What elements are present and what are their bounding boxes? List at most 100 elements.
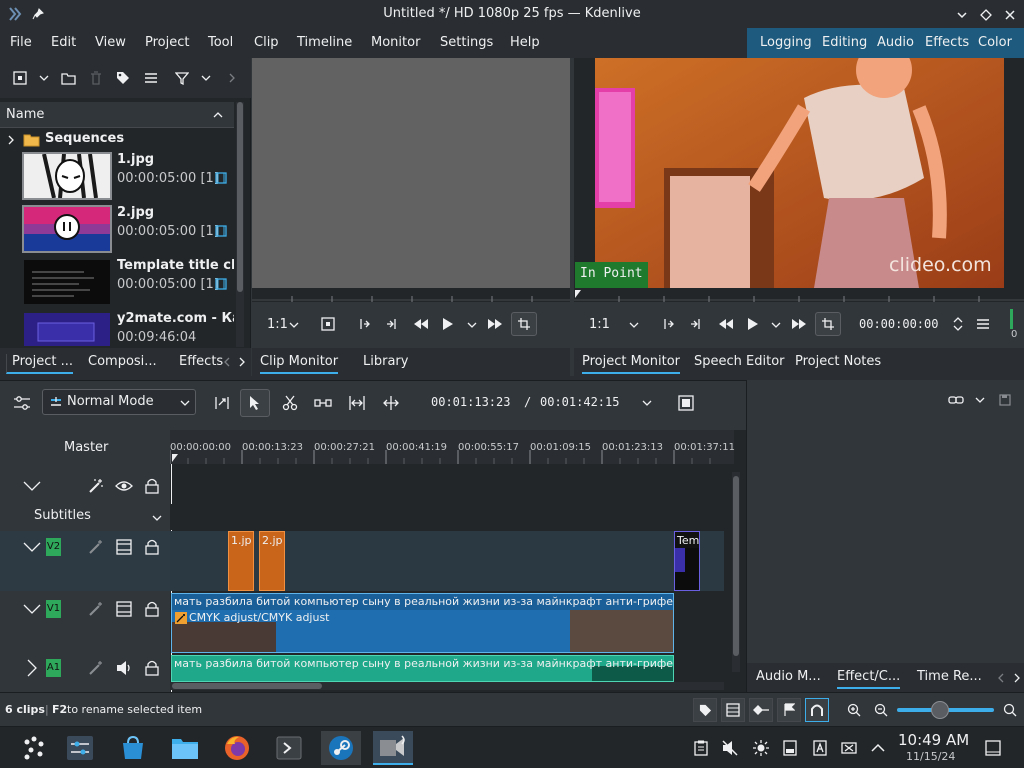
menu-settings[interactable]: Settings (440, 35, 493, 50)
video-usage-icon[interactable] (214, 171, 228, 185)
storage-icon[interactable] (781, 739, 799, 757)
expand-arrow-icon[interactable] (22, 658, 42, 678)
edit-mode-select[interactable]: Normal Mode (42, 389, 196, 415)
effects-wand-icon[interactable] (86, 658, 106, 678)
speaker-icon[interactable] (114, 658, 134, 678)
discover-store-icon[interactable] (113, 731, 153, 765)
brightness-icon[interactable] (752, 739, 770, 757)
delete-icon[interactable] (88, 70, 104, 86)
track-header-v1[interactable]: V1 (0, 593, 170, 653)
fit-zoom-icon[interactable] (815, 312, 841, 336)
spacer-tool-icon[interactable] (212, 393, 232, 413)
set-out-icon[interactable] (688, 316, 704, 332)
menu-timeline[interactable]: Timeline (297, 35, 352, 50)
terminal-icon[interactable] (269, 731, 309, 765)
volume-muted-icon[interactable] (721, 739, 739, 757)
keyboard-layout-icon[interactable] (811, 739, 829, 757)
chevron-down-icon[interactable] (627, 318, 641, 332)
tag-icon[interactable] (693, 698, 717, 722)
play-icon[interactable] (745, 316, 761, 332)
chevron-down-icon[interactable] (640, 396, 654, 410)
lock-icon[interactable] (142, 658, 162, 678)
track-lane-a1[interactable]: мать разбила битой компьютер сыну в реал… (170, 655, 724, 682)
roll-tool-icon[interactable] (381, 393, 401, 413)
timeline-tracks-area[interactable]: 00:00:00:00 00:00:13:23 00:00:27:21 00:0… (170, 430, 746, 692)
menu-tool[interactable]: Tool (208, 35, 233, 50)
timeline-position[interactable]: 00:01:13:23 (431, 395, 510, 409)
chevron-down-icon[interactable] (973, 392, 987, 408)
chevron-down-icon[interactable] (769, 318, 783, 332)
fit-zoom-icon[interactable] (511, 312, 537, 336)
chevron-down-icon[interactable] (150, 511, 164, 525)
tab-compositions[interactable]: Composi... (88, 354, 157, 369)
tab-audio-mixer[interactable]: Audio M... (756, 669, 821, 684)
timeline-clip[interactable]: 1.jp (228, 531, 254, 591)
crop-frame-icon[interactable] (320, 316, 336, 332)
sort-up-icon[interactable] (211, 108, 225, 122)
ripple-tool-icon[interactable] (347, 393, 367, 413)
clock-time[interactable]: 10:49 AM (898, 731, 969, 749)
clip-monitor-viewer[interactable] (252, 58, 570, 288)
collapse-icon[interactable] (22, 537, 42, 557)
tab-library[interactable]: Library (363, 354, 408, 369)
fast-forward-icon[interactable] (486, 316, 504, 332)
system-settings-icon[interactable] (60, 731, 100, 765)
subtitles-track-header[interactable]: Subtitles (0, 504, 170, 530)
track-lane-v1[interactable]: мать разбила битой компьютер сыну в реал… (170, 593, 724, 653)
zoom-value[interactable]: 1:1 (267, 317, 288, 332)
track-header-v2[interactable]: V2 (0, 531, 170, 591)
chevron-right-icon[interactable] (225, 70, 239, 86)
chevron-left-icon[interactable] (222, 356, 232, 368)
menu-help[interactable]: Help (510, 35, 540, 50)
snap-magnet-icon[interactable] (805, 698, 829, 722)
steam-icon[interactable] (321, 731, 361, 765)
tag-icon[interactable] (115, 70, 131, 86)
lock-icon[interactable] (142, 476, 162, 496)
bin-clip-item[interactable]: y2mate.com - Как 00:09:46:04 (0, 311, 234, 348)
tab-project-notes[interactable]: Project Notes (795, 354, 881, 369)
chevron-down-icon[interactable] (37, 70, 51, 86)
bin-scrollbar-handle[interactable] (237, 102, 243, 292)
video-usage-icon[interactable] (214, 224, 228, 238)
add-clip-icon[interactable] (12, 70, 28, 86)
chevron-down-icon[interactable] (287, 318, 301, 332)
timeline-hscrollbar-handle[interactable] (172, 683, 322, 689)
spinner-icon[interactable] (952, 314, 964, 334)
tab-project-monitor[interactable]: Project Monitor (582, 354, 681, 374)
marker-flag-icon[interactable] (777, 698, 801, 722)
chevron-down-icon[interactable] (199, 70, 213, 86)
kdenlive-task-icon[interactable] (373, 731, 413, 765)
bin-clip-item[interactable]: 1.jpg 00:00:05:00 [1] (0, 152, 234, 204)
timeline-clip[interactable]: 2.jp (259, 531, 285, 591)
workspace-effects[interactable]: Effects (925, 35, 969, 50)
bin-column-header[interactable]: Name (0, 102, 234, 128)
project-monitor-ruler[interactable] (574, 288, 1024, 302)
effects-wand-icon[interactable] (86, 537, 106, 557)
workspace-logging[interactable]: Logging (760, 35, 812, 50)
maximize-icon[interactable] (977, 6, 995, 24)
track-header-a1[interactable]: A1 (0, 655, 170, 692)
chevron-right-icon[interactable] (1012, 672, 1022, 684)
zoom-slider-handle[interactable] (931, 701, 949, 719)
track-tag[interactable]: V1 (46, 600, 61, 618)
menu-icon[interactable] (975, 316, 991, 332)
lock-icon[interactable] (142, 537, 162, 557)
filter-icon[interactable] (174, 70, 190, 86)
collapse-icon[interactable] (22, 599, 42, 619)
subtitle-track-lane[interactable] (170, 504, 724, 530)
tab-effect-composition[interactable]: Effect/C... (837, 669, 901, 689)
menu-clip[interactable]: Clip (254, 35, 279, 50)
set-in-icon[interactable] (356, 316, 372, 332)
track-lane-v2[interactable]: 1.jp 2.jp Tem (170, 531, 724, 591)
expand-arrow-icon[interactable] (5, 133, 17, 147)
play-icon[interactable] (440, 316, 456, 332)
bin-scrollbar[interactable] (236, 102, 244, 347)
clipboard-icon[interactable] (692, 739, 710, 757)
timeline-clip[interactable]: мать разбила битой компьютер сыну в реал… (171, 655, 674, 682)
set-out-icon[interactable] (384, 316, 400, 332)
zoom-in-icon[interactable] (845, 701, 863, 719)
timeline-clip[interactable]: мать разбила битой компьютер сыну в реал… (171, 593, 674, 653)
track-tag[interactable]: A1 (46, 659, 61, 677)
clock-date[interactable]: 11/15/24 (906, 750, 955, 763)
workspace-audio[interactable]: Audio (877, 35, 914, 50)
